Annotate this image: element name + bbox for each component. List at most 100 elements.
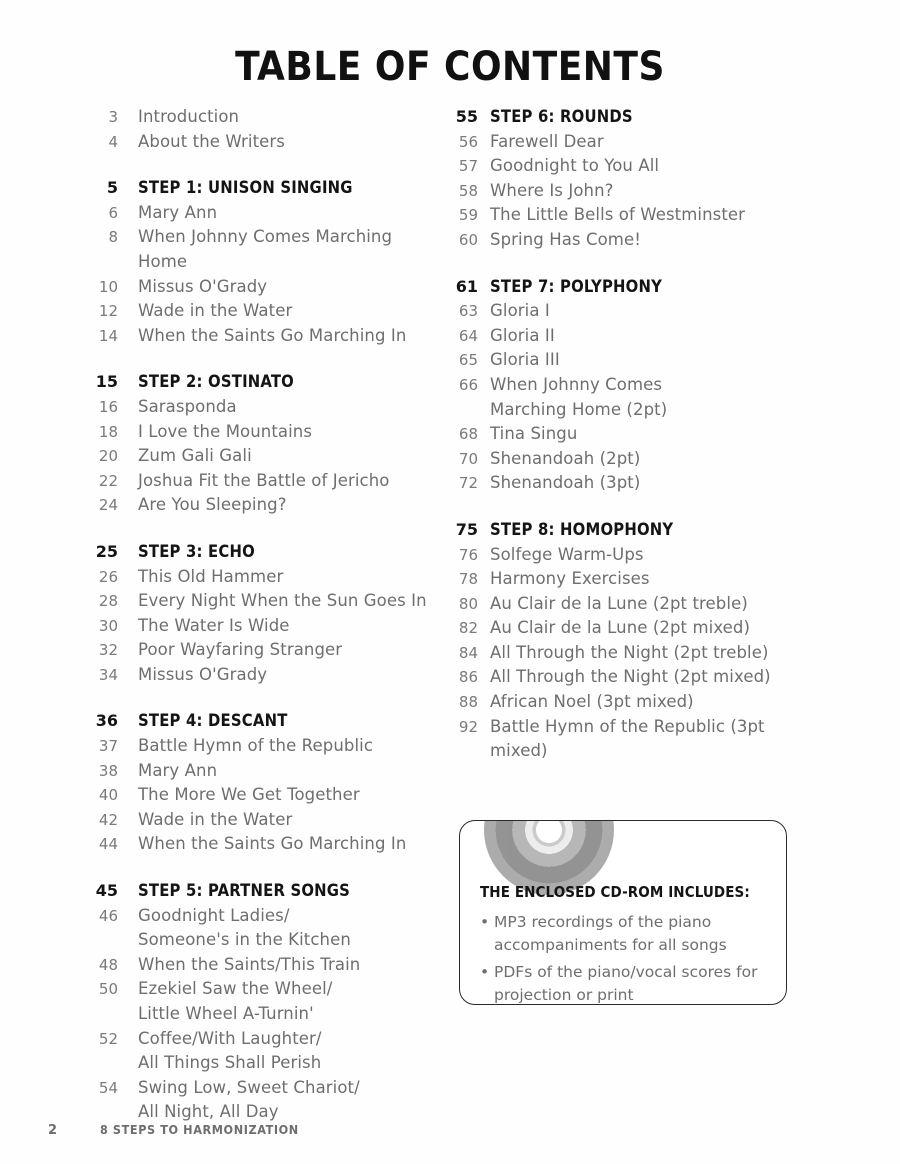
toc-page-number: 75 [455, 519, 478, 539]
toc-entry-row[interactable]: 70 Shenandoah (2pt) [452, 447, 812, 472]
toc-section-row[interactable]: 75 STEP 8: HOMOPHONY [452, 518, 812, 543]
toc-entry-row[interactable]: 14 When the Saints Go Marching In [92, 324, 442, 349]
toc-entry-row[interactable]: 50 Ezekiel Saw the Wheel/Little Wheel A-T… [92, 977, 442, 1026]
toc-entry-row[interactable]: 63 Gloria I [452, 299, 812, 324]
cd-rom-feature-text: PDFs of the piano/vocal scores for proje… [494, 963, 758, 1004]
toc-group: 36 STEP 4: DESCANT 37 Battle Hymn of the Re… [92, 709, 442, 857]
toc-page-number: 24 [98, 496, 118, 515]
toc-entry-row[interactable]: 4 About the Writers [92, 130, 442, 155]
toc-title-line: When the Saints Go Marching In [138, 325, 407, 345]
toc-page-number: 14 [98, 326, 118, 345]
toc-section-label: STEP 1: UNISON SINGING [138, 176, 442, 201]
toc-entry-row[interactable]: 48 When the Saints/This Train [92, 953, 442, 978]
toc-title-line: When the Saints/This Train [138, 954, 361, 974]
toc-entry-row[interactable]: 66 When Johnny Comes Marching Home (2pt) [452, 373, 812, 422]
toc-entry-label: Gloria III [490, 348, 812, 373]
toc-entry-label: When the Saints Go Marching In [138, 324, 442, 349]
toc-page-number: 3 [108, 108, 118, 126]
toc-page-number: 18 [98, 422, 118, 441]
page-title: TABLE OF CONTENTS [235, 44, 665, 90]
toc-section-row[interactable]: 36 STEP 4: DESCANT [92, 709, 442, 734]
toc-entry-row[interactable]: 80 Au Clair de la Lune (2pt treble) [452, 592, 812, 617]
toc-entry-row[interactable]: 32 Poor Wayfaring Stranger [92, 638, 442, 663]
toc-entry-row[interactable]: 38 Mary Ann [92, 759, 442, 784]
toc-entry-row[interactable]: 82 Au Clair de la Lune (2pt mixed) [452, 616, 812, 641]
toc-entry-row[interactable]: 37 Battle Hymn of the Republic [92, 734, 442, 759]
toc-section-row[interactable]: 45 STEP 5: PARTNER SONGS [92, 879, 442, 904]
toc-entry-row[interactable]: 54 Swing Low, Sweet Chariot/All Night, Al… [92, 1076, 442, 1125]
toc-entry-row[interactable]: 84 All Through the Night (2pt treble) [452, 641, 812, 666]
toc-entry-row[interactable]: 12 Wade in the Water [92, 299, 442, 324]
toc-page-number: 66 [458, 375, 478, 394]
toc-title-line: STEP 6: ROUNDS [490, 107, 633, 126]
toc-entry-row[interactable]: 86 All Through the Night (2pt mixed) [452, 665, 812, 690]
toc-title-line: Farewell Dear [490, 131, 604, 151]
toc-title-line: Mary Ann [138, 202, 218, 222]
toc-entry-row[interactable]: 44 When the Saints Go Marching In [92, 832, 442, 857]
toc-section-label: STEP 2: OSTINATO [138, 370, 442, 395]
toc-title-line: Shenandoah (2pt) [490, 448, 641, 468]
toc-page-number: 52 [98, 1029, 118, 1048]
toc-entry-row[interactable]: 60 Spring Has Come! [452, 228, 812, 253]
toc-title-line: Au Clair de la Lune (2pt treble) [490, 593, 748, 613]
cd-rom-feature-list: • MP3 recordings of the piano accompanime… [478, 911, 774, 1004]
toc-entry-row[interactable]: 22 Joshua Fit the Battle of Jericho [92, 469, 442, 494]
toc-section-label: STEP 5: PARTNER SONGS [138, 879, 442, 904]
toc-title-line: STEP 3: ECHO [138, 541, 255, 561]
toc-entry-label: Are You Sleeping? [138, 493, 442, 518]
toc-entry-row[interactable]: 68 Tina Singu [452, 422, 812, 447]
toc-entry-row[interactable]: 20 Zum Gali Gali [92, 444, 442, 469]
toc-entry-row[interactable]: 59 The Little Bells of Westminster [452, 203, 812, 228]
toc-entry-row[interactable]: 3 Introduction [92, 105, 442, 130]
toc-section-row[interactable]: 5 STEP 1: UNISON SINGING [92, 176, 442, 201]
toc-page-number: 82 [458, 619, 478, 638]
toc-section-row[interactable]: 25 STEP 3: ECHO [92, 540, 442, 565]
toc-entry-row[interactable]: 28 Every Night When the Sun Goes In [92, 589, 442, 614]
toc-group: 75 STEP 8: HOMOPHONY 76 Solfege Warm-Ups 78 H… [452, 518, 812, 764]
toc-entry-row[interactable]: 72 Shenandoah (3pt) [452, 471, 812, 496]
toc-column-left: 3 Introduction 4 About the Writers 5 STEP 1: … [92, 105, 442, 1125]
toc-title-line: Introduction [138, 107, 240, 126]
toc-section-label: STEP 3: ECHO [138, 540, 442, 565]
toc-entry-label: The Little Bells of Westminster [490, 203, 812, 228]
toc-entry-row[interactable]: 57 Goodnight to You All [452, 154, 812, 179]
toc-entry-row[interactable]: 8 When Johnny Comes Marching Home [92, 225, 442, 274]
toc-page-number: 45 [95, 881, 118, 901]
toc-entry-label: The More We Get Together [138, 783, 442, 808]
toc-title-line: All Through the Night (2pt mixed) [490, 667, 771, 687]
toc-entry-row[interactable]: 56 Farewell Dear [452, 130, 812, 155]
toc-entry-row[interactable]: 46 Goodnight Ladies/Someone's in the Kitc… [92, 904, 442, 953]
toc-entry-row[interactable]: 42 Wade in the Water [92, 808, 442, 833]
toc-entry-row[interactable]: 30 The Water Is Wide [92, 614, 442, 639]
toc-entry-row[interactable]: 52 Coffee/With Laughter/All Things Shall … [92, 1027, 442, 1076]
toc-page-number: 68 [458, 425, 478, 444]
toc-entry-label: Tina Singu [490, 422, 812, 447]
toc-entry-row[interactable]: 24 Are You Sleeping? [92, 493, 442, 518]
toc-entry-row[interactable]: 64 Gloria II [452, 324, 812, 349]
toc-page-number: 50 [98, 980, 118, 999]
toc-entry-row[interactable]: 6 Mary Ann [92, 201, 442, 226]
cd-rom-feature-item: • MP3 recordings of the piano accompanime… [478, 911, 774, 957]
toc-section-row[interactable]: 55 STEP 6: ROUNDS [452, 105, 812, 130]
toc-section-row[interactable]: 61 STEP 7: POLYPHONY [452, 275, 812, 300]
toc-entry-row[interactable]: 76 Solfege Warm-Ups [452, 543, 812, 568]
toc-entry-row[interactable]: 78 Harmony Exercises [452, 567, 812, 592]
toc-entry-row[interactable]: 58 Where Is John? [452, 179, 812, 204]
toc-section-row[interactable]: 15 STEP 2: OSTINATO [92, 370, 442, 395]
toc-entry-row[interactable]: 16 Sarasponda [92, 395, 442, 420]
cd-rom-callout-box: THE ENCLOSED CD-ROM INCLUDES: • MP3 recor… [459, 820, 787, 1005]
toc-entry-row[interactable]: 26 This Old Hammer [92, 565, 442, 590]
toc-entry-row[interactable]: 92 Battle Hymn of the Republic (3pt mixed… [452, 715, 812, 764]
toc-title-line: STEP 1: UNISON SINGING [138, 178, 353, 198]
toc-title-line: Every Night When the Sun Goes In [138, 591, 427, 611]
toc-entry-row[interactable]: 10 Missus O'Grady [92, 275, 442, 300]
toc-page-number: 32 [98, 641, 118, 660]
toc-entry-row[interactable]: 34 Missus O'Grady [92, 663, 442, 688]
toc-entry-row[interactable]: 65 Gloria III [452, 348, 812, 373]
toc-entry-row[interactable]: 18 I Love the Mountains [92, 420, 442, 445]
toc-page-number: 38 [98, 761, 118, 780]
toc-entry-row[interactable]: 40 The More We Get Together [92, 783, 442, 808]
toc-entry-row[interactable]: 88 African Noel (3pt mixed) [452, 690, 812, 715]
toc-entry-label: Zum Gali Gali [138, 444, 442, 469]
toc-group: 61 STEP 7: POLYPHONY 63 Gloria I 64 Gloria II… [452, 275, 812, 496]
